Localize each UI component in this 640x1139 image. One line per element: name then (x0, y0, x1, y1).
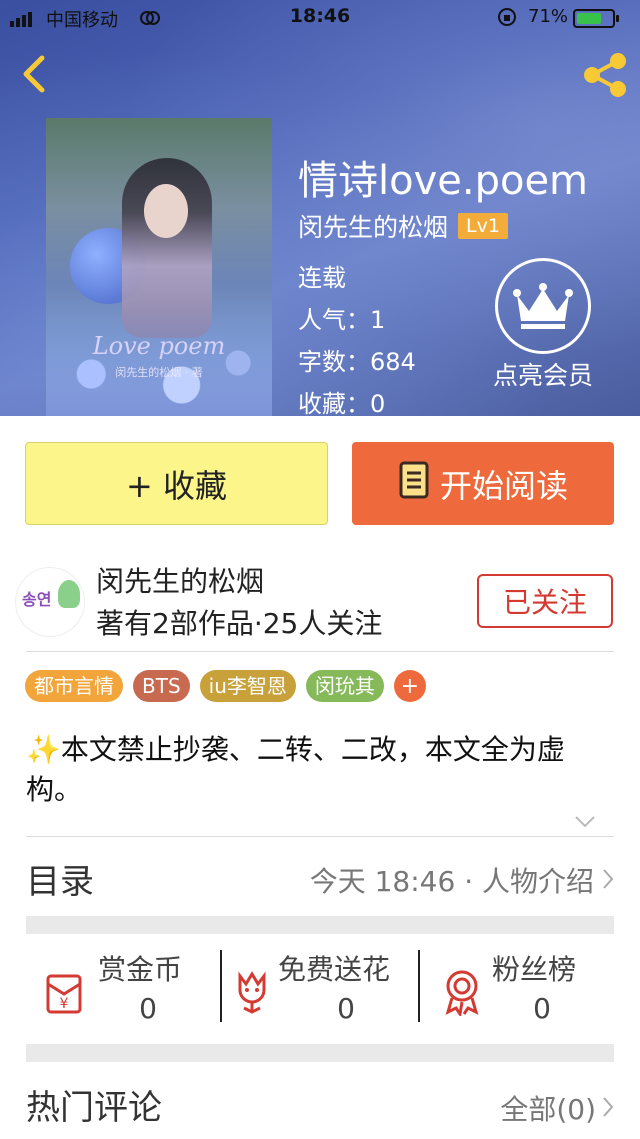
author-name[interactable]: 闵先生的松烟 (298, 208, 448, 244)
follow-button[interactable]: 已关注 (477, 574, 613, 628)
gift-name: 粉丝榜 (492, 953, 577, 986)
tag-item[interactable]: iu李智恩 (199, 670, 296, 702)
share-button[interactable] (580, 52, 630, 98)
toc-label: 目录 (26, 862, 94, 902)
gift-value: 0 (139, 992, 157, 1025)
hot-comments-row[interactable]: 热门评论 全部(0) (0, 1062, 640, 1139)
comments-label: 热门评论 (26, 1088, 162, 1128)
cover-title: Love poem (92, 332, 226, 360)
all-comments-label: 全部(0) (500, 1093, 596, 1126)
favorites-count: 收藏：0 (298, 390, 386, 416)
table-of-contents-row[interactable]: 目录 今天 18:46 · 人物介绍 (0, 836, 640, 916)
share-icon (584, 53, 626, 97)
author-card[interactable]: 송연 闵先生的松烟 著有2部作品·25人关注 已关注 (0, 556, 640, 648)
fan-ranking-button[interactable]: 粉丝榜 0 (440, 934, 614, 1042)
author-row: 闵先生的松烟 Lv1 (298, 208, 508, 244)
section-separator (26, 1044, 614, 1062)
book-cover[interactable]: Love poem 闵先生的松烟 · 著 (46, 118, 272, 416)
cover-face (144, 184, 188, 238)
tag-item[interactable]: 闵玧其 (305, 670, 384, 702)
battery-percent: 71% (528, 6, 569, 27)
avatar[interactable]: 송연 (16, 568, 84, 636)
collect-button[interactable]: + 收藏 (25, 442, 328, 525)
book-header: Love poem 闵先生的松烟 · 著 情诗love.poem 闵先生的松烟 … (0, 0, 640, 416)
chevron-right-icon (602, 864, 614, 897)
serial-status: 连载 (298, 264, 346, 292)
cover-flowers (46, 308, 272, 416)
word-count: 字数：684 (298, 348, 416, 376)
book-icon (398, 460, 430, 508)
crown-icon (495, 258, 591, 354)
rotation-lock-icon (496, 6, 518, 33)
reward-coins-button[interactable]: ¥ 赏金币 0 (44, 934, 224, 1042)
svg-text:¥: ¥ (60, 996, 69, 1012)
tag-item[interactable]: 都市言情 (25, 670, 123, 702)
author-card-name: 闵先生的松烟 (96, 565, 265, 598)
battery-icon (573, 9, 619, 28)
start-reading-button[interactable]: 开始阅读 (352, 442, 614, 525)
avatar-text: 송연 (22, 590, 52, 609)
vip-button[interactable]: 点亮会员 (486, 258, 600, 392)
gift-name: 赏金币 (98, 953, 183, 986)
medal-icon (440, 968, 484, 1018)
flower-icon (230, 968, 274, 1016)
status-bar: 中国移动 18:46 71% (0, 0, 640, 36)
tag-item[interactable]: BTS (133, 670, 190, 702)
section-separator (26, 916, 614, 934)
chevron-right-icon (602, 1092, 614, 1125)
divider (26, 651, 614, 652)
cover-subtitle: 闵先生的松烟 · 著 (115, 366, 203, 379)
gift-name: 免费送花 (278, 953, 391, 986)
toc-latest-chapter: 今天 18:46 · 人物介绍 (309, 865, 594, 898)
gift-value: 0 (533, 992, 551, 1025)
divider (220, 950, 222, 1022)
tag-list: 都市言情 BTS iu李智恩 闵玧其 + (25, 670, 426, 702)
send-flower-button[interactable]: 免费送花 0 (230, 934, 426, 1042)
gift-value: 0 (337, 992, 355, 1025)
vip-label: 点亮会员 (492, 361, 593, 390)
level-badge: Lv1 (458, 213, 508, 239)
author-card-info: 著有2部作品·25人关注 (96, 607, 383, 640)
book-description: ✨本文禁止抄袭、二转、二改，本文全为虚构。 (26, 733, 565, 806)
red-packet-icon: ¥ (44, 968, 88, 1016)
toc-latest: 今天 18:46 · 人物介绍 (310, 860, 614, 900)
all-comments-link[interactable]: 全部(0) (500, 1088, 614, 1128)
back-button[interactable] (16, 52, 52, 96)
chevron-down-icon[interactable] (574, 814, 596, 828)
divider (418, 950, 420, 1022)
book-title: 情诗love.poem (298, 158, 589, 204)
start-reading-label: 开始阅读 (439, 466, 568, 505)
book-detail-body: + 收藏 开始阅读 송연 闵先生的松烟 著有2部作品·25人关注 已关注 都市言… (0, 416, 640, 1139)
gift-panel: ¥ 赏金币 0 免费送花 0 粉丝榜 0 (26, 934, 614, 1042)
popularity: 人气：1 (298, 306, 386, 334)
add-tag-button[interactable]: + (393, 670, 426, 702)
